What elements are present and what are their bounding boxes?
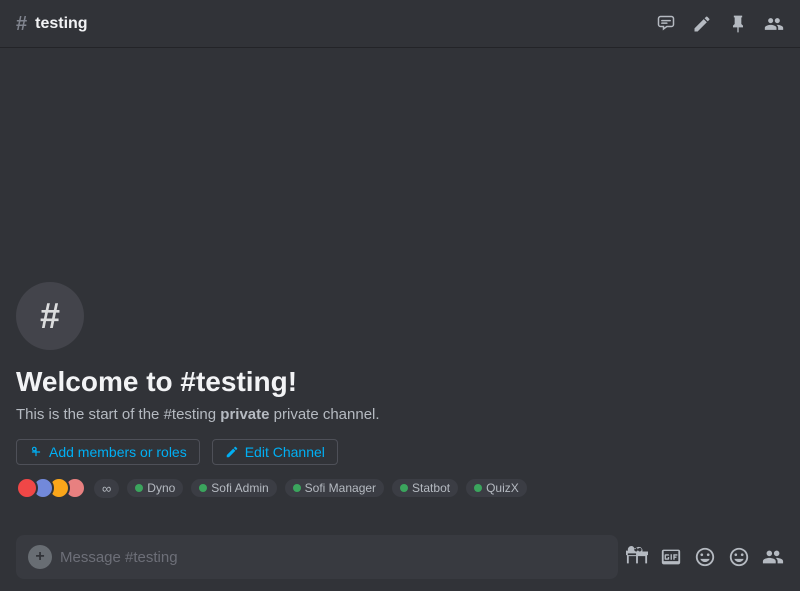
quizx-dot — [474, 484, 482, 492]
channel-name: testing — [35, 15, 87, 33]
edit-channel-icon — [225, 445, 239, 459]
add-content-button[interactable]: + — [28, 545, 52, 569]
dyno-dot — [135, 484, 143, 492]
activities-icon[interactable] — [762, 546, 784, 568]
main-content: # Welcome to #testing! This is the start… — [0, 48, 800, 523]
gift-icon[interactable] — [626, 546, 648, 568]
sofi-manager-label: Sofi Manager — [305, 481, 376, 495]
desc-channel: #testing — [164, 406, 217, 423]
emoji-icon[interactable] — [728, 546, 750, 568]
action-buttons: Add members or roles Edit Channel — [16, 439, 784, 465]
statbot-label: Statbot — [412, 481, 450, 495]
gif-icon[interactable] — [660, 546, 682, 568]
welcome-section: # Welcome to #testing! This is the start… — [16, 274, 784, 515]
member-tag-infinity: ∞ — [94, 479, 119, 498]
message-input[interactable] — [60, 549, 606, 566]
desc-prefix: This is the start of the — [16, 406, 164, 423]
edit-channel-button[interactable]: Edit Channel — [212, 439, 338, 465]
member-tag-statbot: Statbot — [392, 479, 458, 497]
header-left: # testing — [16, 14, 88, 34]
header-icons — [656, 14, 784, 34]
sofi-manager-dot — [293, 484, 301, 492]
infinity-symbol: ∞ — [102, 481, 111, 496]
message-bar: + — [0, 523, 800, 591]
sofi-admin-dot — [199, 484, 207, 492]
desc-suffix: private channel. — [269, 406, 379, 423]
channel-welcome-hash: # — [40, 298, 60, 334]
channel-header: # testing — [0, 0, 800, 48]
edit-channel-label: Edit Channel — [245, 444, 325, 460]
message-input-container: + — [16, 535, 618, 579]
channel-icon: # — [16, 282, 84, 350]
avatar-1 — [16, 477, 38, 499]
avatars-group — [16, 477, 86, 499]
desc-bold: private — [220, 406, 269, 423]
quizx-label: QuizX — [486, 481, 519, 495]
channel-hash-icon: # — [16, 14, 27, 34]
edit-icon[interactable] — [692, 14, 712, 34]
member-tag-sofi-manager: Sofi Manager — [285, 479, 384, 497]
add-members-label: Add members or roles — [49, 444, 187, 460]
members-icon[interactable] — [764, 14, 784, 34]
threads-icon[interactable] — [656, 14, 676, 34]
add-members-button[interactable]: Add members or roles — [16, 439, 200, 465]
statbot-dot — [400, 484, 408, 492]
sticker-icon[interactable] — [694, 546, 716, 568]
dyno-label: Dyno — [147, 481, 175, 495]
member-tag-sofi-admin: Sofi Admin — [191, 479, 276, 497]
message-actions — [626, 546, 784, 568]
member-tag-quizx: QuizX — [466, 479, 527, 497]
welcome-description: This is the start of the #testing privat… — [16, 406, 784, 423]
member-tag-dyno: Dyno — [127, 479, 183, 497]
pin-icon[interactable] — [728, 14, 748, 34]
members-row: ∞ Dyno Sofi Admin Sofi Manager Statbot — [16, 477, 784, 499]
add-members-icon — [29, 445, 43, 459]
welcome-title: Welcome to #testing! — [16, 366, 784, 398]
sofi-admin-label: Sofi Admin — [211, 481, 268, 495]
